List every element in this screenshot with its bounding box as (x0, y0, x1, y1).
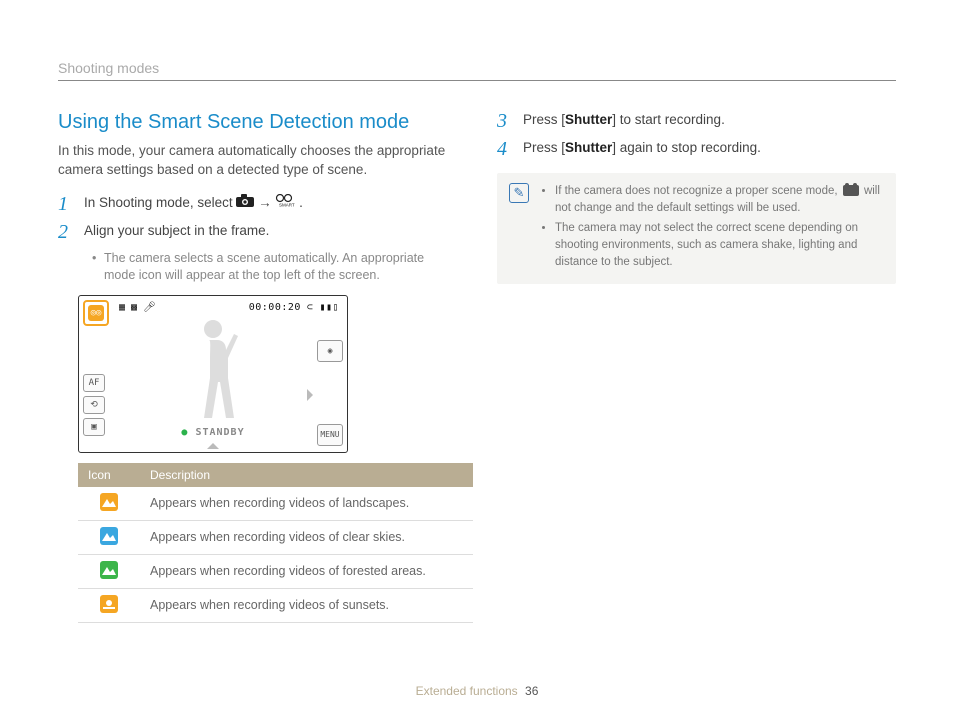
top-right-status: 00:00:20 ⊂ ▮▮▯ (249, 302, 339, 313)
step-number: 3 (497, 111, 513, 131)
step1-post: . (299, 195, 303, 210)
cell-icon (78, 520, 140, 554)
th-desc: Description (140, 463, 473, 487)
battery-icon: ▮▮▯ (319, 302, 339, 313)
s3-key: Shutter (565, 112, 612, 127)
cell-desc: Appears when recording videos of sunsets… (140, 588, 473, 622)
page: Shooting modes Using the Smart Scene Det… (0, 0, 954, 623)
table-row: Appears when recording videos of clear s… (78, 520, 473, 554)
intro-text: In this mode, your camera automatically … (58, 142, 457, 180)
note-box: ✎ If the camera does not recognize a pro… (497, 173, 896, 284)
note1a: If the camera does not recognize a prope… (555, 185, 841, 197)
step-3: 3 Press [Shutter] to start recording. (497, 111, 896, 131)
step-body: In Shooting mode, select → SMART . (84, 194, 457, 213)
step-number: 2 (58, 222, 74, 242)
table-header-row: Icon Description (78, 463, 473, 487)
cell-icon (78, 487, 140, 521)
active-mode-icon: ◎◎ (83, 300, 109, 326)
cell-icon (78, 554, 140, 588)
page-footer: Extended functions 36 (0, 684, 954, 698)
left-column: Using the Smart Scene Detection mode In … (58, 111, 457, 623)
nav-right-icon (307, 389, 313, 401)
footer-page: 36 (525, 684, 538, 698)
refresh-button: ⟲ (83, 396, 105, 414)
mic-icon: 🎤︎ (143, 302, 156, 313)
step-body: Press [Shutter] to start recording. (523, 111, 896, 130)
menu-button: MENU (317, 424, 343, 446)
camera-screen-mockup: ◎◎ ▦ ▩ 🎤︎ 00:00:20 ⊂ ▮▮▯ AF ⟲ ▣ ◉ (78, 295, 348, 453)
step-body: Align your subject in the frame. (84, 222, 457, 241)
step-body: Press [Shutter] again to stop recording. (523, 139, 896, 158)
table-row: Appears when recording videos of sunsets… (78, 588, 473, 622)
person-silhouette (178, 314, 248, 424)
af-label: AF (89, 378, 100, 388)
menu-label: MENU (320, 430, 339, 439)
s3-post: ] to start recording. (612, 112, 725, 127)
right-column: 3 Press [Shutter] to start recording. 4 … (497, 111, 896, 623)
resolution-icon: ▦ (119, 302, 125, 313)
step-2: 2 Align your subject in the frame. (58, 222, 457, 242)
table-row: Appears when recording videos of foreste… (78, 554, 473, 588)
step-number: 4 (497, 139, 513, 159)
nav-up-icon (207, 443, 219, 449)
cell-icon (78, 588, 140, 622)
svg-text:SMART: SMART (279, 202, 295, 207)
note-icon: ✎ (509, 183, 529, 203)
s3-pre: Press [ (523, 112, 565, 127)
s4-key: Shutter (565, 140, 612, 155)
step1-pre: In Shooting mode, select (84, 195, 236, 210)
s4-post: ] again to stop recording. (612, 140, 761, 155)
scene-icon-table: Icon Description Appears when recording … (78, 463, 473, 623)
af-button: AF (83, 374, 105, 392)
step1-arrow: → (258, 195, 275, 210)
clear-sky-icon (100, 527, 118, 545)
th-icon: Icon (78, 463, 140, 487)
footer-section: Extended functions (416, 684, 518, 698)
note-list: If the camera does not recognize a prope… (539, 183, 884, 274)
step-4: 4 Press [Shutter] again to stop recordin… (497, 139, 896, 159)
gallery-button: ▣ (83, 418, 105, 436)
storage-icon: ⊂ (307, 302, 314, 313)
cell-desc: Appears when recording videos of foreste… (140, 554, 473, 588)
step-number: 1 (58, 194, 74, 214)
mode-button: ◉ (317, 340, 343, 362)
cell-desc: Appears when recording videos of clear s… (140, 520, 473, 554)
note-item: If the camera does not recognize a prope… (555, 183, 884, 216)
sunset-icon (100, 595, 118, 613)
quality-icon: ▩ (131, 302, 137, 313)
cell-desc: Appears when recording videos of landsca… (140, 487, 473, 521)
note-item: The camera may not select the correct sc… (555, 220, 884, 270)
page-title: Using the Smart Scene Detection mode (58, 111, 457, 134)
content-columns: Using the Smart Scene Detection mode In … (58, 111, 896, 623)
table-row: Appears when recording videos of landsca… (78, 487, 473, 521)
breadcrumb: Shooting modes (58, 60, 896, 81)
forest-icon (100, 561, 118, 579)
smart-video-icon: SMART (275, 194, 295, 213)
step-2-sub: The camera selects a scene automatically… (92, 250, 457, 285)
rec-time: 00:00:20 (249, 302, 301, 313)
standby-indicator: STANDBY (181, 427, 244, 438)
landscape-icon (100, 493, 118, 511)
step-1: 1 In Shooting mode, select → SMART . (58, 194, 457, 214)
camera-icon (236, 194, 254, 213)
top-status-icons: ▦ ▩ 🎤︎ (119, 302, 156, 313)
film-reel-icon (843, 185, 859, 196)
s4-pre: Press [ (523, 140, 565, 155)
